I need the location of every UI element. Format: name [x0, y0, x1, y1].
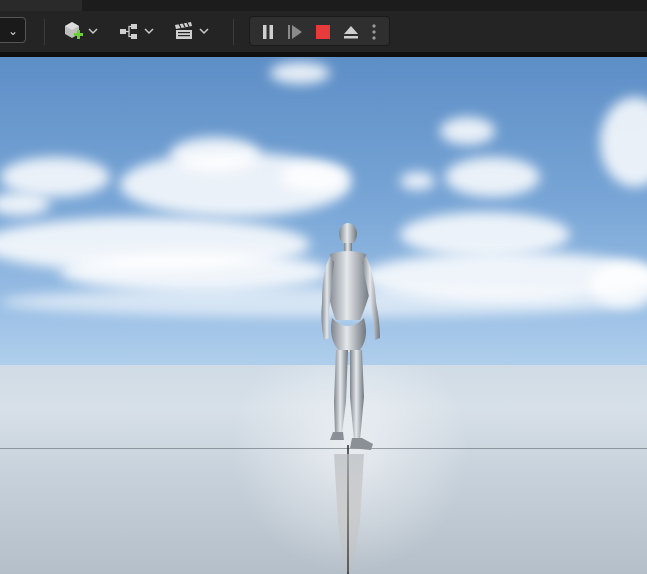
tab-strip [0, 0, 647, 11]
pause-button[interactable] [258, 22, 278, 42]
clapperboard-icon [175, 22, 192, 39]
stop-button[interactable] [313, 22, 333, 42]
cloud [0, 192, 50, 216]
cube-plus-icon [65, 22, 83, 39]
level-viewport[interactable] [0, 57, 647, 574]
eject-icon [344, 26, 358, 39]
add-actor-button[interactable] [62, 19, 98, 43]
mannequin-figure [321, 223, 380, 572]
cloud [400, 212, 570, 257]
cloud [445, 157, 540, 197]
cloud [400, 172, 435, 190]
step-forward-icon [288, 25, 302, 39]
blueprint-button[interactable] [118, 19, 154, 43]
chevron-down-icon [88, 28, 98, 35]
cloud [280, 162, 350, 192]
cloud [60, 252, 330, 292]
level-editor-toolbar: ⌄ [0, 11, 647, 53]
cloud [170, 137, 260, 172]
cloud [440, 117, 495, 145]
frame-step-button[interactable] [285, 22, 305, 42]
cinematics-button[interactable] [173, 19, 209, 43]
chevron-down-icon: ⌄ [7, 24, 18, 38]
play-options-button[interactable] [368, 22, 380, 42]
cloud [600, 97, 647, 187]
chevron-down-icon [144, 28, 154, 35]
chevron-down-icon [199, 28, 209, 35]
toolbar-divider [233, 19, 234, 45]
stop-icon [316, 25, 330, 39]
play-controls [249, 16, 390, 46]
cloud [0, 157, 110, 197]
cloud [270, 62, 330, 84]
mode-dropdown[interactable]: ⌄ [0, 17, 26, 43]
toolbar-divider [44, 19, 45, 45]
blueprint-nodes-icon [120, 24, 137, 39]
pause-icon [263, 25, 273, 39]
vertical-dots-icon [372, 24, 376, 40]
mannequin-character[interactable] [300, 222, 400, 574]
eject-button[interactable] [341, 22, 361, 42]
active-tab-shade [0, 0, 82, 11]
